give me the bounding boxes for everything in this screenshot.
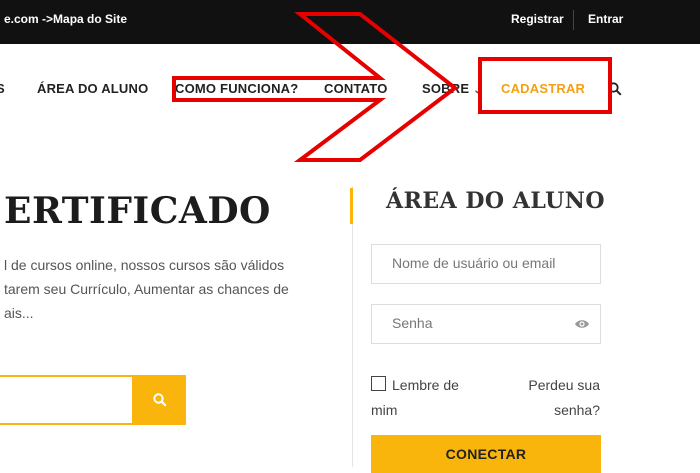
hero-text-line: tarem seu Currículo, Aumentar as chances… [4,281,289,297]
sidebar-divider [352,186,353,467]
top-bar: e.com ->Mapa do Site Registrar Entrar [0,0,700,44]
nav-item-cadastrar[interactable]: CADASTRAR [501,81,585,96]
nav-item-contato[interactable]: CONTATO [324,81,388,96]
lost-password-link[interactable]: Perdeu sua senha? [500,373,600,423]
topbar-divider [573,10,574,30]
username-field[interactable] [372,245,582,281]
nav-item-sobre-label: SOBRE [422,81,470,96]
search-icon [153,393,167,407]
nav-item-como-funciona[interactable]: COMO FUNCIONA? [175,81,298,96]
course-search-button[interactable] [134,375,186,425]
remember-me-label-2: mim [371,402,398,418]
sidebar-title-accent [350,188,353,224]
main-navigation: S ÁREA DO ALUNO COMO FUNCIONA? CONTATO S… [0,44,700,136]
register-link[interactable]: Registrar [511,0,564,38]
search-icon[interactable] [608,82,622,96]
course-search [0,375,186,425]
lost-password-line-1: Perdeu sua [528,377,600,393]
nav-item-sobre[interactable]: SOBRE ⌄ [422,81,482,96]
remember-me-checkbox[interactable] [371,376,386,391]
hero-text-line: l de cursos online, nossos cursos são vá… [4,257,285,273]
lost-password-line-2: senha? [554,402,600,418]
remember-me-label-1: Lembre de [392,377,459,393]
chevron-down-icon: ⌄ [473,85,482,96]
remember-me: Lembre de mim [371,373,459,423]
password-field-wrapper [371,304,601,344]
hero-text-line: ais... [4,305,34,321]
password-field[interactable] [372,305,582,341]
page-title: ERTIFICADO [4,190,271,232]
connect-button[interactable]: CONECTAR [371,435,601,473]
course-search-input[interactable] [0,375,134,425]
username-field-wrapper [371,244,601,284]
nav-item-area-do-aluno[interactable]: ÁREA DO ALUNO [37,81,148,96]
site-map-breadcrumb[interactable]: e.com ->Mapa do Site [4,0,127,38]
sidebar-title: ÁREA DO ALUNO [386,188,606,214]
nav-item-cut[interactable]: S [0,81,5,96]
hero-description: l de cursos online, nossos cursos são vá… [4,253,324,325]
login-link[interactable]: Entrar [588,0,623,38]
eye-icon[interactable] [574,317,590,331]
